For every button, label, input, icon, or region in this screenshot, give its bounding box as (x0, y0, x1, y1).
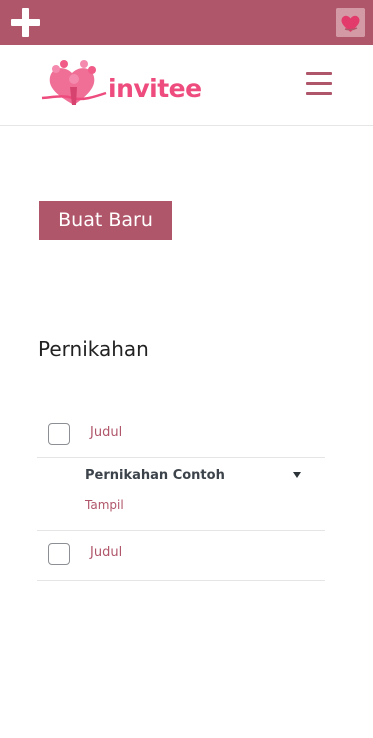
column-header-title[interactable]: Judul (90, 425, 122, 440)
view-link[interactable]: Tampil (85, 498, 124, 512)
page-title: Pernikahan (38, 337, 149, 361)
menu-line (306, 92, 332, 95)
hamburger-menu-icon[interactable] (306, 72, 332, 96)
create-new-button[interactable]: Buat Baru (39, 201, 172, 240)
column-footer-title[interactable]: Judul (90, 545, 122, 560)
heart-avatar-icon (336, 8, 365, 37)
avatar[interactable] (336, 8, 365, 37)
plus-icon[interactable] (11, 8, 40, 37)
site-header: invitee (0, 45, 373, 126)
logo-text: invitee (108, 74, 202, 103)
table-header-row: Judul (37, 411, 325, 458)
logo[interactable]: invitee (38, 57, 202, 113)
item-title[interactable]: Pernikahan Contoh (85, 468, 225, 483)
top-bar (0, 0, 373, 45)
select-all-checkbox-footer[interactable] (48, 543, 70, 565)
caret-down-icon[interactable] (293, 472, 301, 478)
table-footer-row: Judul (37, 531, 325, 581)
select-all-checkbox[interactable] (48, 423, 70, 445)
menu-line (306, 72, 332, 75)
table-row: Pernikahan Contoh Tampil (37, 458, 325, 531)
heart-tree-logo-icon (41, 60, 107, 105)
menu-line (306, 82, 332, 85)
